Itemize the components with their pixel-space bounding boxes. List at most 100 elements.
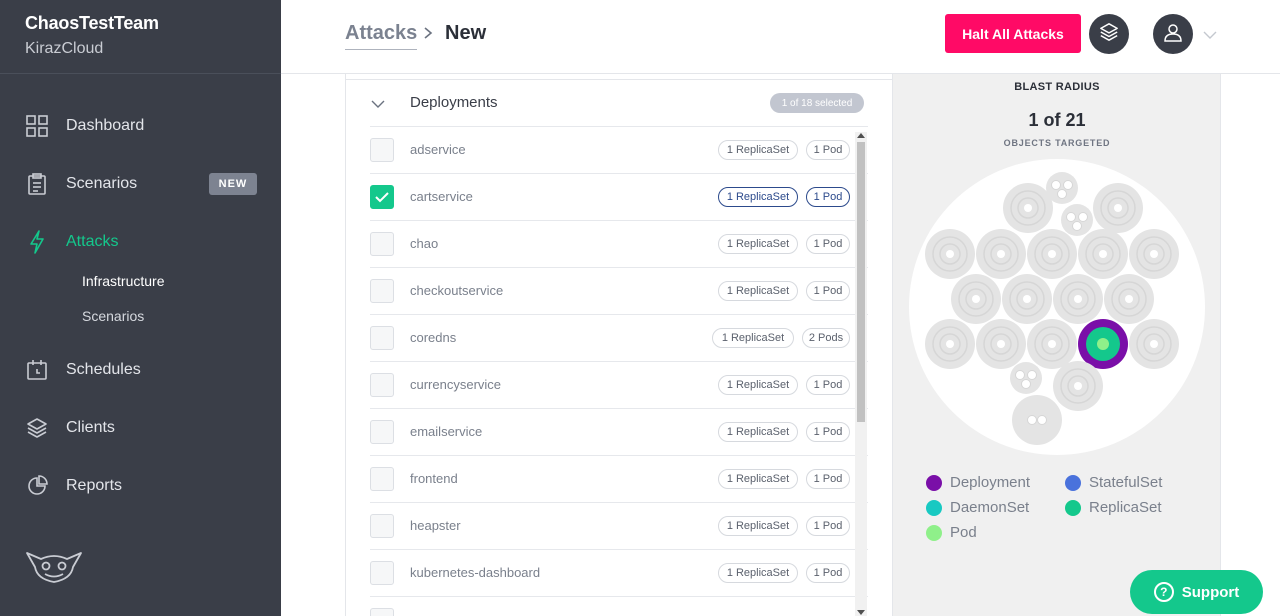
blast-radius-title: BLAST RADIUS bbox=[1014, 81, 1100, 93]
legend-item: DaemonSet bbox=[926, 499, 1029, 516]
deployment-name: heapster bbox=[410, 518, 461, 533]
section-title: Deployments bbox=[410, 94, 498, 111]
pod-count-tag: 1 Pod bbox=[806, 422, 850, 442]
deployment-bubble bbox=[1129, 319, 1179, 369]
deployment-bubble bbox=[1046, 172, 1078, 204]
replicaset-count-tag: 1 ReplicaSet bbox=[718, 422, 798, 442]
gremlin-logo-icon bbox=[25, 549, 83, 585]
sidebar-item-reports[interactable]: Reports bbox=[0, 466, 281, 506]
table-row[interactable]: heapster 1 ReplicaSet 1 Pod bbox=[370, 502, 868, 549]
brand[interactable]: ChaosTestTeam KirazCloud bbox=[0, 0, 281, 74]
deployment-bubble bbox=[951, 274, 1001, 324]
new-badge: NEW bbox=[209, 173, 257, 195]
pod-count-tag: 1 Pod bbox=[806, 516, 850, 536]
replicaset-count-tag: 1 ReplicaSet bbox=[718, 140, 798, 160]
grid-icon bbox=[25, 114, 49, 138]
deployment-bubble bbox=[1078, 229, 1128, 279]
row-checkbox[interactable] bbox=[370, 138, 394, 162]
deployment-bubble bbox=[1129, 229, 1179, 279]
sidebar-subitem-scenarios[interactable]: Scenarios bbox=[82, 308, 144, 324]
deployments-section-header[interactable]: Deployments 1 of 18 selected bbox=[346, 80, 892, 126]
row-checkbox[interactable] bbox=[370, 185, 394, 209]
user-avatar-button[interactable] bbox=[1153, 14, 1193, 54]
pod-count-tag: 1 Pod bbox=[806, 234, 850, 254]
table-row[interactable]: chao 1 ReplicaSet 1 Pod bbox=[370, 220, 868, 267]
table-row[interactable]: frontend 1 ReplicaSet 1 Pod bbox=[370, 455, 868, 502]
deployment-bubble bbox=[1104, 274, 1154, 324]
team-name: ChaosTestTeam bbox=[25, 13, 159, 33]
deployment-bubble bbox=[925, 319, 975, 369]
deployment-name: adservice bbox=[410, 142, 466, 157]
blast-radius-subtitle: OBJECTS TARGETED bbox=[1003, 138, 1111, 148]
halt-all-attacks-button[interactable]: Halt All Attacks bbox=[945, 14, 1081, 53]
scroll-down-icon[interactable] bbox=[857, 610, 865, 615]
sidebar-item-dashboard[interactable]: Dashboard bbox=[0, 106, 281, 146]
replicaset-count-tag: 1 ReplicaSet bbox=[712, 328, 794, 348]
legend-swatch bbox=[1065, 474, 1081, 491]
replicaset-count-tag: 1 ReplicaSet bbox=[718, 469, 798, 489]
pod-count-tag: 1 Pod bbox=[806, 281, 850, 301]
deployment-bubble bbox=[1027, 229, 1077, 279]
replicaset-count-tag: 1 ReplicaSet bbox=[718, 234, 798, 254]
sidebar-item-schedules[interactable]: Schedules bbox=[0, 350, 281, 390]
sidebar-subitem-infrastructure[interactable]: Infrastructure bbox=[82, 273, 164, 289]
row-checkbox[interactable] bbox=[370, 608, 394, 616]
row-checkbox[interactable] bbox=[370, 232, 394, 256]
pod-count-tag: 2 Pods bbox=[802, 328, 850, 348]
org-name: KirazCloud bbox=[25, 40, 104, 57]
chevron-down-icon[interactable] bbox=[1202, 27, 1218, 43]
support-button[interactable]: ? Support bbox=[1130, 570, 1263, 614]
deployment-bubble bbox=[1053, 361, 1103, 411]
table-row[interactable]: cartservice 1 ReplicaSet 1 Pod bbox=[370, 173, 868, 220]
deployment-bubble bbox=[925, 229, 975, 279]
blast-radius-panel: BLAST RADIUS 1 of 21 OBJECTS TARGETED De… bbox=[893, 74, 1221, 616]
breadcrumb-current: New bbox=[445, 22, 487, 44]
sidebar-item-label: Attacks bbox=[66, 233, 119, 250]
row-checkbox[interactable] bbox=[370, 514, 394, 538]
pie-chart-icon bbox=[25, 474, 49, 498]
row-checkbox[interactable] bbox=[370, 420, 394, 444]
table-row[interactable]: coredns 1 ReplicaSet 2 Pods bbox=[370, 314, 868, 361]
deployment-bubble bbox=[976, 229, 1026, 279]
support-label: Support bbox=[1181, 583, 1240, 601]
replicaset-count-tag: 1 ReplicaSet bbox=[718, 281, 798, 301]
scroll-thumb[interactable] bbox=[857, 142, 865, 422]
table-row[interactable]: emailservice 1 ReplicaSet 1 Pod bbox=[370, 408, 868, 455]
sidebar-item-attacks[interactable]: Attacks bbox=[0, 222, 281, 262]
deployment-name: kubernetes-dashboard bbox=[410, 565, 541, 580]
row-checkbox[interactable] bbox=[370, 326, 394, 350]
breadcrumb-attacks[interactable]: Attacks bbox=[345, 22, 418, 50]
user-icon bbox=[1163, 22, 1183, 47]
pod-count-tag: 1 Pod bbox=[806, 375, 850, 395]
sidebar-item-scenarios[interactable]: Scenarios NEW bbox=[0, 164, 281, 204]
clipboard-icon bbox=[25, 172, 49, 196]
deployment-bubble bbox=[1061, 204, 1093, 236]
layers-button[interactable] bbox=[1089, 14, 1129, 54]
row-checkbox[interactable] bbox=[370, 279, 394, 303]
table-row[interactable]: kubernetes-dashboard 1 ReplicaSet 1 Pod bbox=[370, 549, 868, 596]
chevron-down-icon[interactable] bbox=[370, 96, 386, 112]
pod-count-tag: 1 Pod bbox=[806, 187, 850, 207]
row-checkbox[interactable] bbox=[370, 467, 394, 491]
sidebar-item-label: Scenarios bbox=[66, 175, 138, 192]
legend-item: Deployment bbox=[926, 474, 1030, 491]
table-row[interactable] bbox=[370, 596, 868, 616]
table-row[interactable]: adservice 1 ReplicaSet 1 Pod bbox=[370, 126, 868, 173]
row-checkbox[interactable] bbox=[370, 373, 394, 397]
sidebar-item-label: Clients bbox=[66, 419, 115, 436]
scroll-up-icon[interactable] bbox=[857, 133, 865, 138]
deployment-name: coredns bbox=[410, 330, 457, 345]
deployment-name: frontend bbox=[410, 471, 458, 486]
legend-label: Pod bbox=[950, 524, 977, 541]
sidebar-item-clients[interactable]: Clients bbox=[0, 408, 281, 448]
table-row[interactable]: currencyservice 1 ReplicaSet 1 Pod bbox=[370, 361, 868, 408]
sidebar-item-label: Reports bbox=[66, 477, 123, 494]
list-scrollbar[interactable] bbox=[855, 132, 867, 616]
legend-swatch bbox=[926, 524, 942, 541]
sidebar-item-label: Schedules bbox=[66, 361, 141, 378]
pod-count-tag: 1 Pod bbox=[806, 563, 850, 583]
row-checkbox[interactable] bbox=[370, 561, 394, 585]
legend-swatch bbox=[1065, 499, 1081, 516]
table-row[interactable]: checkoutservice 1 ReplicaSet 1 Pod bbox=[370, 267, 868, 314]
deployment-bubble bbox=[1010, 362, 1042, 394]
